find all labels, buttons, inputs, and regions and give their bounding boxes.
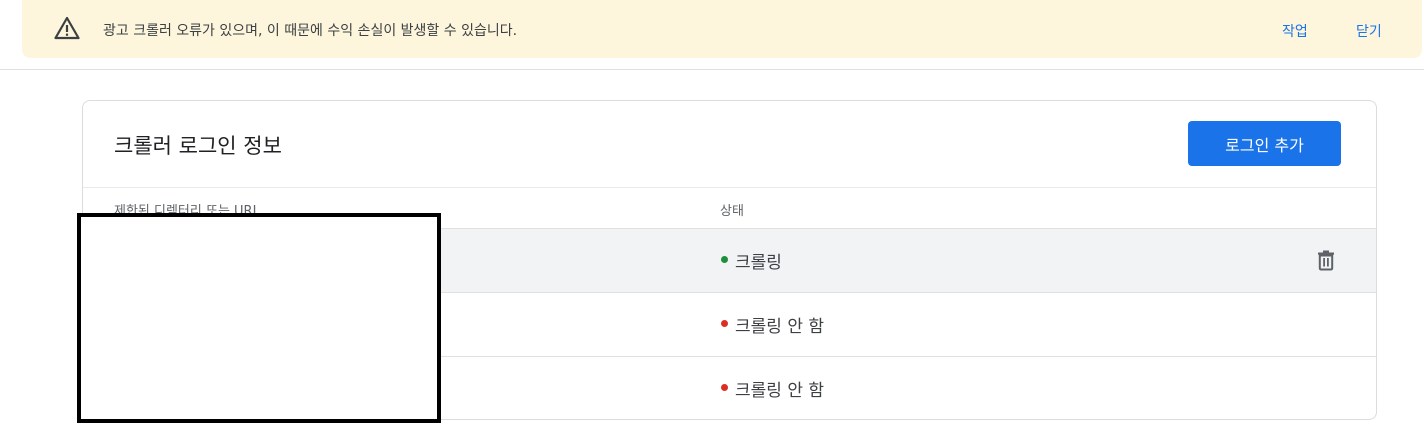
warning-icon xyxy=(54,16,80,40)
banner-action-link[interactable]: 작업 xyxy=(1282,21,1308,41)
warning-banner: 광고 크롤러 오류가 있으며, 이 때문에 수익 손실이 발생할 수 있습니다.… xyxy=(22,0,1422,58)
header-divider xyxy=(0,69,1424,70)
row-status: 크롤링 안 함 xyxy=(735,317,825,337)
delete-icon[interactable] xyxy=(1315,249,1337,271)
column-header-status: 상태 xyxy=(720,204,744,219)
status-dot xyxy=(721,320,728,327)
add-login-button[interactable]: 로그인 추가 xyxy=(1188,121,1341,166)
status-dot xyxy=(721,384,728,391)
status-dot xyxy=(721,256,728,263)
row-status: 크롤링 xyxy=(735,253,782,273)
banner-message: 광고 크롤러 오류가 있으며, 이 때문에 수익 손실이 발생할 수 있습니다. xyxy=(103,23,518,39)
card-title: 크롤러 로그인 정보 xyxy=(114,134,282,158)
redaction-box xyxy=(77,213,441,423)
row-status: 크롤링 안 함 xyxy=(735,381,825,401)
banner-close-link[interactable]: 닫기 xyxy=(1356,21,1382,41)
